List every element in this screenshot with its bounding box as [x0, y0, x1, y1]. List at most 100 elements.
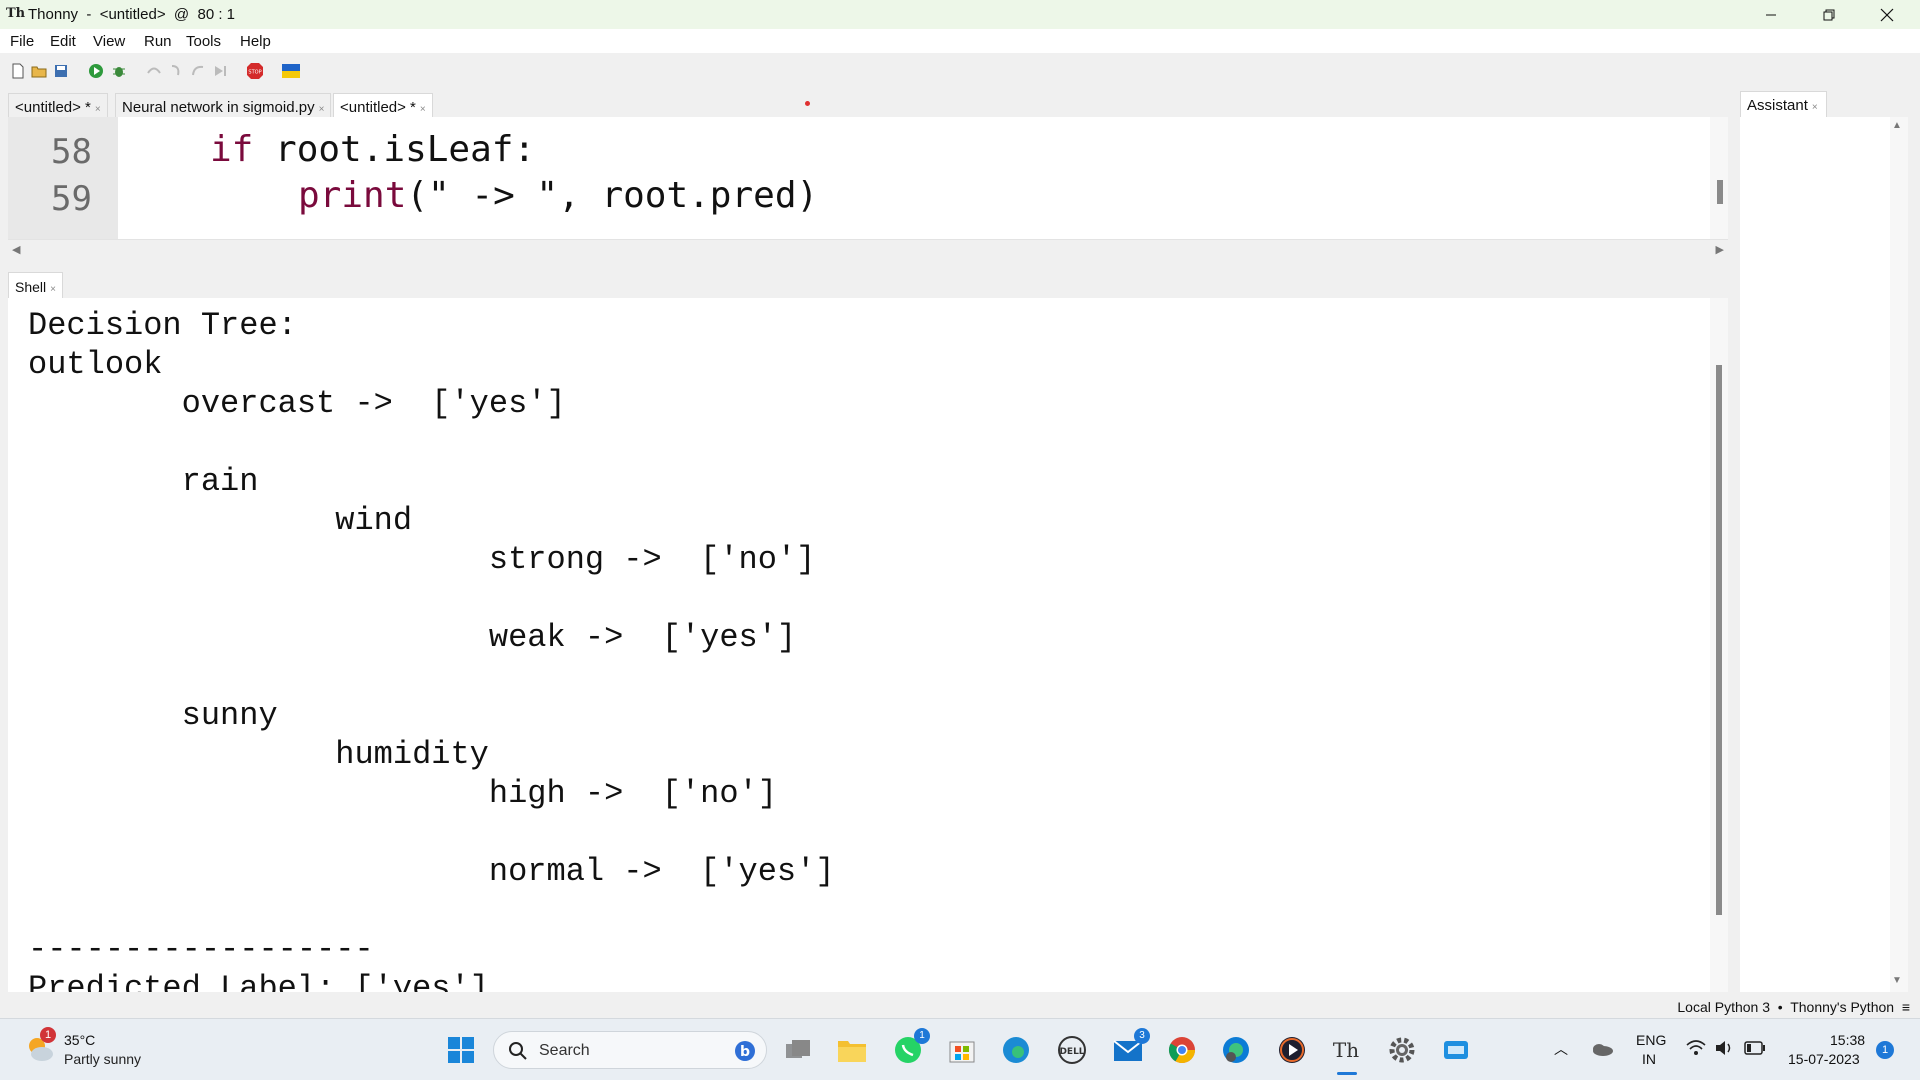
tab-label: Assistant — [1747, 97, 1808, 114]
app-window-icon — [1444, 1041, 1468, 1059]
taskbar-search-box[interactable]: Search b — [493, 1031, 767, 1069]
editor-scroll-thumb[interactable] — [1717, 180, 1723, 204]
tab-close-icon[interactable]: × — [1812, 102, 1818, 113]
step-out-icon[interactable] — [190, 63, 206, 79]
editor-vertical-scrollbar[interactable] — [1710, 117, 1728, 239]
shell-line: strong -> ['no'] — [28, 541, 816, 578]
onedrive-icon[interactable] — [1590, 1041, 1614, 1057]
status-bar: Local Python 3 • Thonny's Python ≡ — [0, 992, 1920, 1018]
run-icon[interactable] — [88, 63, 104, 79]
chrome-button[interactable] — [1164, 1032, 1200, 1068]
stop-icon[interactable]: STOP — [246, 62, 264, 80]
bing-chat-icon[interactable]: b — [734, 1040, 756, 1062]
tab-close-icon[interactable]: × — [50, 284, 56, 295]
open-file-icon[interactable] — [31, 63, 47, 79]
menu-tools[interactable]: Tools — [186, 33, 221, 50]
tab-close-icon[interactable]: × — [319, 104, 325, 115]
tab-close-icon[interactable]: × — [95, 104, 101, 115]
volume-icon[interactable] — [1714, 1039, 1734, 1057]
code-function: print — [298, 175, 407, 216]
shell-line: humidity — [28, 736, 489, 773]
chrome-icon — [1168, 1037, 1196, 1064]
shell-line: wind — [28, 502, 413, 539]
line-number: 58 — [51, 132, 92, 172]
modified-dot — [805, 101, 810, 106]
interpreter-status[interactable]: Local Python 3 • Thonny's Python ≡ — [1677, 999, 1910, 1015]
shell-scroll-thumb[interactable] — [1716, 365, 1722, 915]
shell-line: outlook — [28, 346, 163, 383]
svg-text:DELL: DELL — [1059, 1047, 1084, 1057]
shell-line: Decision Tree: — [28, 307, 297, 344]
code-editor[interactable]: 58 59 if root.isLeaf: print(" -> ", root… — [8, 117, 1710, 239]
tab-shell[interactable]: Shell × — [8, 272, 63, 298]
search-placeholder: Search — [539, 1042, 590, 1059]
language-top[interactable]: ENG — [1636, 1032, 1666, 1048]
file-explorer-button[interactable] — [834, 1032, 870, 1068]
weather-temperature[interactable]: 35°C — [64, 1032, 95, 1048]
clock-date[interactable]: 15-07-2023 — [1788, 1051, 1860, 1067]
wifi-icon[interactable] — [1686, 1039, 1706, 1057]
shell-line: high -> ['no'] — [28, 775, 777, 812]
shell-output[interactable]: Decision Tree: outlook overcast -> ['yes… — [8, 298, 1710, 992]
debug-icon[interactable] — [111, 63, 127, 79]
tab-untitled-2[interactable]: <untitled> * × — [333, 93, 433, 117]
start-button[interactable] — [443, 1032, 479, 1068]
edge-profile-button[interactable] — [1218, 1032, 1254, 1068]
edge-icon — [1003, 1037, 1029, 1063]
restore-button[interactable] — [1800, 0, 1858, 29]
weather-description[interactable]: Partly sunny — [64, 1051, 141, 1067]
menu-edit[interactable]: Edit — [50, 33, 76, 50]
close-button[interactable] — [1858, 0, 1916, 29]
code-keyword: if — [210, 129, 254, 170]
microsoft-store-button[interactable] — [944, 1032, 980, 1068]
menu-view[interactable]: View — [93, 33, 125, 50]
dell-button[interactable]: DELL — [1054, 1032, 1090, 1068]
notification-badge[interactable]: 1 — [1876, 1041, 1894, 1059]
language-bottom[interactable]: IN — [1642, 1051, 1656, 1067]
menu-help[interactable]: Help — [240, 33, 271, 50]
task-view-icon — [786, 1040, 810, 1058]
task-view-button[interactable] — [780, 1032, 816, 1068]
new-file-icon[interactable] — [10, 63, 26, 79]
assistant-panel — [1740, 117, 1890, 992]
edge-beta-button[interactable] — [998, 1032, 1034, 1068]
menu-run[interactable]: Run — [144, 33, 172, 50]
editor-horizontal-scrollbar[interactable]: ◀ ▶ — [8, 239, 1728, 259]
code-line: print(" -> ", root.pred) — [298, 175, 818, 216]
show-hidden-icons-icon[interactable]: ︿ — [1554, 1039, 1568, 1059]
step-into-icon[interactable] — [168, 63, 184, 79]
tab-assistant[interactable]: Assistant × — [1740, 91, 1827, 117]
ukraine-flag-icon[interactable] — [282, 64, 300, 78]
assistant-scrollbar[interactable] — [1890, 117, 1908, 992]
scroll-up-icon[interactable]: ▲ — [1892, 120, 1902, 131]
save-icon[interactable] — [53, 63, 69, 79]
tab-label: Neural network in sigmoid.py — [122, 99, 315, 116]
minimize-button[interactable] — [1742, 0, 1800, 29]
battery-icon[interactable] — [1744, 1041, 1766, 1055]
code-text: (" -> ", root.pred) — [406, 175, 819, 216]
weather-badge: 1 — [40, 1027, 56, 1043]
settings-button[interactable] — [1384, 1032, 1420, 1068]
tab-neural-network[interactable]: Neural network in sigmoid.py × — [115, 93, 332, 117]
menu-bar: File Edit View Run Tools Help — [0, 29, 1920, 53]
app-button[interactable] — [1438, 1032, 1474, 1068]
scroll-left-icon[interactable]: ◀ — [12, 243, 20, 256]
step-over-icon[interactable] — [146, 63, 162, 79]
toolbar: STOP — [0, 53, 1920, 91]
close-icon — [1880, 8, 1894, 21]
clock-time[interactable]: 15:38 — [1830, 1032, 1865, 1048]
resume-icon[interactable] — [212, 63, 228, 79]
tab-untitled-1[interactable]: <untitled> * × — [8, 93, 108, 117]
scroll-right-icon[interactable]: ▶ — [1716, 243, 1724, 256]
file-explorer-icon — [838, 1041, 866, 1062]
tab-close-icon[interactable]: × — [420, 104, 426, 115]
scroll-down-icon[interactable]: ▼ — [1892, 975, 1902, 986]
media-player-button[interactable] — [1274, 1032, 1310, 1068]
active-app-indicator — [1337, 1072, 1357, 1075]
whatsapp-button[interactable]: 1 — [890, 1028, 930, 1068]
shell-line: normal -> ['yes'] — [28, 853, 835, 890]
mail-button[interactable]: 3 — [1110, 1028, 1150, 1068]
thonny-taskbar-button[interactable]: Th — [1328, 1032, 1364, 1068]
code-text: root.isLeaf: — [253, 129, 536, 170]
menu-file[interactable]: File — [10, 33, 34, 50]
